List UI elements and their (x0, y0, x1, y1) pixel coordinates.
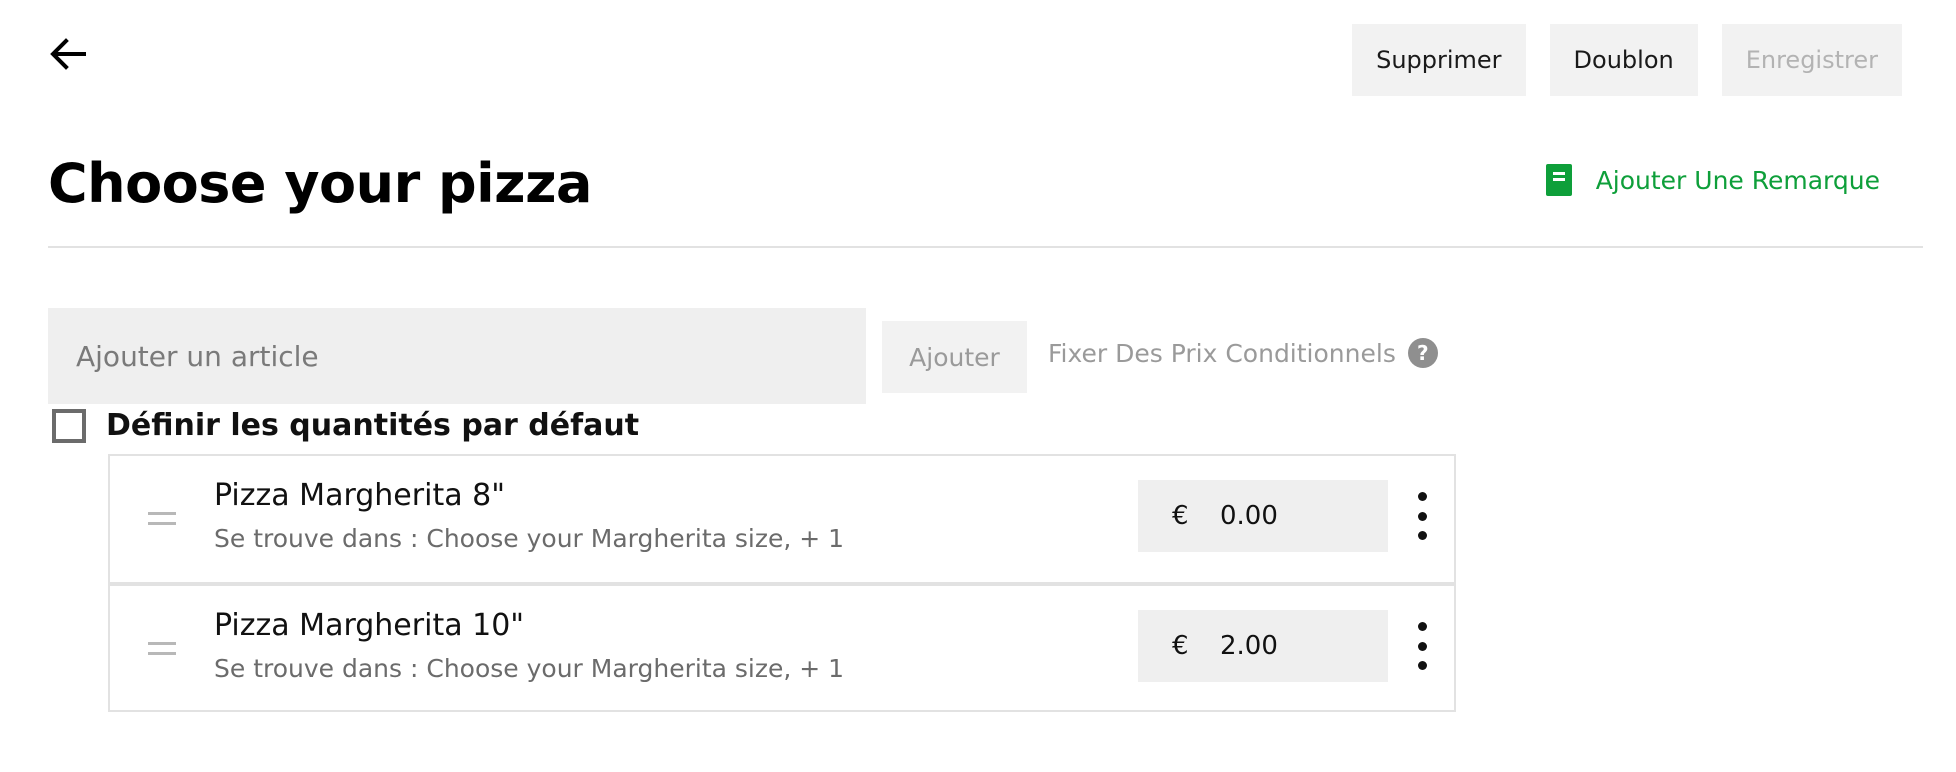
add-note-button[interactable]: Ajouter Une Remarque (1545, 164, 1880, 196)
drag-handle-icon[interactable] (148, 642, 176, 662)
page-title: Choose your pizza (48, 152, 592, 215)
currency-symbol: € (1172, 501, 1189, 531)
conditional-pricing-label: Fixer Des Prix Conditionnels (1048, 338, 1396, 368)
question-circle-icon[interactable]: ? (1407, 338, 1438, 368)
more-vertical-icon[interactable] (1410, 622, 1434, 670)
duplicate-button[interactable]: Doublon (1549, 24, 1698, 96)
save-button[interactable]: Enregistrer (1721, 24, 1902, 96)
arrow-left-icon (50, 38, 86, 70)
delete-button[interactable]: Supprimer (1352, 24, 1526, 96)
price-field: € (1138, 610, 1388, 682)
item-location: Se trouve dans : Choose your Margherita … (214, 654, 845, 683)
conditional-pricing-link[interactable]: Fixer Des Prix Conditionnels ? (1048, 338, 1438, 368)
default-quantities-label: Définir les quantités par défaut (106, 408, 640, 443)
item-location: Se trouve dans : Choose your Margherita … (214, 524, 845, 553)
price-input[interactable] (1220, 631, 1370, 661)
top-actions: Supprimer Doublon Enregistrer (1352, 24, 1902, 96)
note-icon (1545, 164, 1572, 196)
item-name: Pizza Margherita 8" (214, 478, 506, 513)
default-quantities-checkbox[interactable] (52, 408, 86, 443)
list-item: Pizza Margherita 10" Se trouve dans : Ch… (110, 582, 1454, 710)
currency-symbol: € (1172, 631, 1189, 661)
list-item: Pizza Margherita 8" Se trouve dans : Cho… (110, 456, 1454, 582)
price-input[interactable] (1220, 501, 1370, 531)
default-quantities-option: Définir les quantités par défaut (52, 408, 639, 443)
more-vertical-icon[interactable] (1410, 492, 1434, 540)
back-button[interactable] (44, 30, 92, 78)
add-article-button[interactable]: Ajouter (882, 321, 1027, 393)
add-article-input[interactable] (48, 308, 866, 404)
header-divider (48, 246, 1923, 248)
drag-handle-icon[interactable] (148, 512, 176, 532)
add-note-label: Ajouter Une Remarque (1595, 165, 1880, 195)
items-list: Pizza Margherita 8" Se trouve dans : Cho… (108, 454, 1456, 712)
price-field: € (1138, 480, 1388, 552)
item-name: Pizza Margherita 10" (214, 608, 525, 643)
